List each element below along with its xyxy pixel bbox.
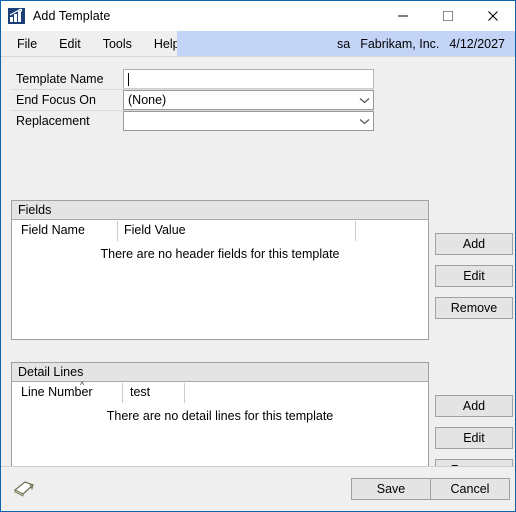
fields-group-title: Fields bbox=[12, 201, 428, 220]
status-user: sa bbox=[337, 36, 351, 51]
text-caret bbox=[128, 72, 129, 86]
end-focus-on-label: End Focus On bbox=[16, 93, 96, 107]
minimize-button[interactable] bbox=[380, 1, 425, 31]
fields-column-headers: Field Name Field Value bbox=[12, 220, 428, 242]
column-divider[interactable] bbox=[184, 383, 185, 403]
title-bar: Add Template bbox=[1, 1, 515, 31]
detail-lines-edit-button[interactable]: Edit bbox=[435, 427, 513, 449]
form-row-end-focus-on: End Focus On (None) bbox=[11, 90, 374, 111]
window-title: Add Template bbox=[33, 9, 111, 23]
detail-lines-empty-message: There are no detail lines for this templ… bbox=[106, 409, 334, 423]
bar-chart-icon bbox=[8, 8, 25, 24]
save-button[interactable]: Save bbox=[351, 478, 431, 500]
column-divider[interactable] bbox=[117, 221, 118, 241]
close-icon bbox=[487, 11, 498, 21]
status-company: Fabrikam, Inc. bbox=[360, 36, 440, 51]
column-header-test[interactable]: test bbox=[130, 385, 150, 399]
column-divider[interactable] bbox=[355, 221, 356, 241]
detail-lines-group-title: Detail Lines bbox=[12, 363, 428, 382]
close-button[interactable] bbox=[470, 1, 515, 31]
maximize-button[interactable] bbox=[425, 1, 470, 31]
status-date: 4/12/2027 bbox=[449, 36, 505, 51]
maximize-icon bbox=[442, 11, 453, 21]
fields-add-button[interactable]: Add bbox=[435, 233, 513, 255]
fields-list[interactable]: Field Name Field Value There are no head… bbox=[12, 220, 428, 339]
footer-bar: Save Cancel bbox=[1, 466, 515, 511]
column-header-field-name[interactable]: Field Name bbox=[21, 223, 85, 237]
form-row-replacement: Replacement bbox=[11, 111, 374, 131]
template-name-label: Template Name bbox=[16, 72, 104, 86]
fields-remove-button[interactable]: Remove bbox=[435, 297, 513, 319]
replacement-label: Replacement bbox=[16, 114, 90, 128]
window-content: Template Name End Focus On (None) Replac… bbox=[1, 57, 515, 502]
detail-lines-add-button[interactable]: Add bbox=[435, 395, 513, 417]
end-focus-on-dropdown[interactable]: (None) bbox=[123, 90, 374, 110]
column-header-line-number[interactable]: Line Number bbox=[21, 385, 93, 399]
fields-edit-button[interactable]: Edit bbox=[435, 265, 513, 287]
note-icon[interactable] bbox=[12, 477, 36, 499]
replacement-dropdown[interactable] bbox=[123, 111, 374, 131]
add-template-window: Add Template File Edit Tools Help sa Fab… bbox=[0, 0, 516, 512]
cancel-button[interactable]: Cancel bbox=[430, 478, 510, 500]
window-controls bbox=[380, 1, 515, 31]
template-form: Template Name End Focus On (None) Replac… bbox=[11, 69, 374, 131]
minimize-icon bbox=[397, 15, 408, 17]
fields-empty-message: There are no header fields for this temp… bbox=[100, 247, 340, 261]
menu-item-tools[interactable]: Tools bbox=[92, 31, 143, 56]
detail-lines-column-headers: ^ Line Number test bbox=[12, 381, 428, 404]
fields-group: Fields Field Name Field Value There are … bbox=[11, 200, 429, 340]
column-divider[interactable] bbox=[122, 383, 123, 403]
chevron-down-icon bbox=[355, 97, 373, 104]
column-header-field-value[interactable]: Field Value bbox=[124, 223, 186, 237]
status-strip: sa Fabrikam, Inc. 4/12/2027 bbox=[177, 31, 515, 56]
form-row-template-name: Template Name bbox=[11, 69, 374, 90]
chevron-down-icon bbox=[355, 118, 373, 125]
menu-bar: File Edit Tools Help sa Fabrikam, Inc. 4… bbox=[1, 31, 515, 57]
template-name-input[interactable] bbox=[123, 69, 374, 89]
menu-item-file[interactable]: File bbox=[6, 31, 48, 56]
end-focus-on-value: (None) bbox=[128, 93, 167, 107]
menu-item-edit[interactable]: Edit bbox=[48, 31, 92, 56]
